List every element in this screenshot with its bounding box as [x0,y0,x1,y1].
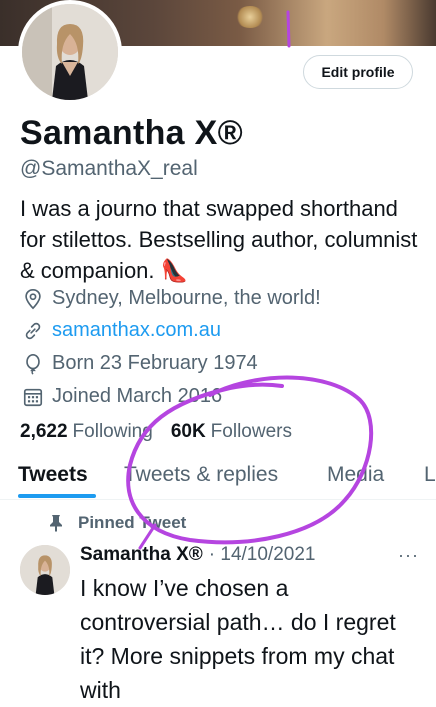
following-stat[interactable]: 2,622 Following [20,421,153,443]
location-pin-icon [25,288,41,309]
followers-stat[interactable]: 60K Followers [171,421,292,443]
tweet-more-button[interactable]: ··· [398,545,419,566]
profile-location: Sydney, Melbourne, the world! [22,287,321,310]
profile-avatar[interactable] [18,0,122,104]
active-tab-indicator [18,494,96,498]
balloon-icon [26,353,40,375]
link-icon [25,322,41,339]
edit-profile-button[interactable]: Edit profile [303,55,413,89]
pinned-label: Pinned Tweet [78,513,187,532]
tab-likes[interactable]: L [424,463,436,487]
followers-label: Followers [210,421,292,442]
tab-tweets[interactable]: Tweets [18,463,88,487]
tweet-header: Samantha X® · 14/10/2021 [80,544,315,566]
banner-detail [235,6,265,28]
birthday-text: Born 23 February 1974 [52,352,258,374]
location-text: Sydney, Melbourne, the world! [52,287,321,309]
joined-text: Joined March 2016 [52,385,223,407]
profile-birthday: Born 23 February 1974 [22,352,258,375]
pin-icon [50,515,62,532]
tweet-avatar-image [20,545,70,595]
tweet-text[interactable]: I know I’ve chosen a controversial path…… [80,571,400,707]
followers-count: 60K [170,421,206,442]
pinned-indicator: Pinned Tweet [48,513,186,533]
profile-name: Samantha X® [20,114,243,152]
tweet-date[interactable]: · 14/10/2021 [209,544,316,566]
tweet-author[interactable]: Samantha X® [80,544,203,566]
following-count: 2,622 [20,421,68,442]
profile-handle: @SamanthaX_real [20,157,198,180]
avatar-image [22,4,118,100]
profile-bio: I was a journo that swapped shorthand fo… [20,196,418,283]
following-label: Following [72,421,153,442]
tweet-avatar[interactable] [20,545,70,595]
profile-joined: Joined March 2016 [22,385,222,408]
profile-website[interactable]: samanthax.com.au [22,319,221,342]
website-link[interactable]: samanthax.com.au [52,319,221,342]
tab-media[interactable]: Media [327,463,384,487]
calendar-icon [23,388,43,406]
tab-tweets-replies[interactable]: Tweets & replies [124,463,278,487]
follow-stats: 2,622 Following 60K Followers [20,421,310,443]
